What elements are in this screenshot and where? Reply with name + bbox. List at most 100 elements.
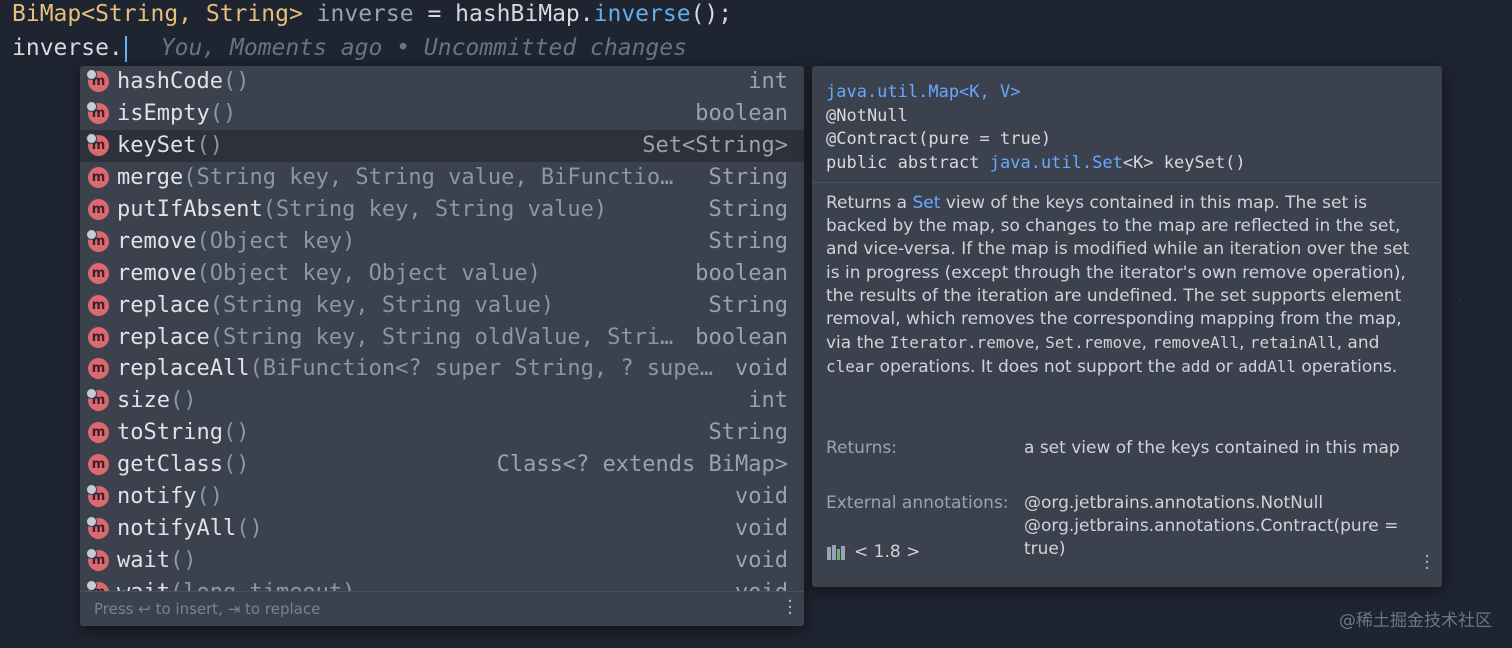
- completion-item[interactable]: m replace (String key, String oldValue, St…: [80, 321, 804, 353]
- external-annotations-label: External annotations:: [826, 493, 1009, 513]
- method-icon: m: [88, 454, 109, 476]
- completion-item[interactable]: m getClass() Class<? extends BiMap>: [80, 449, 804, 481]
- completion-item[interactable]: m toString() String: [80, 417, 804, 449]
- completion-item-type: void: [717, 580, 788, 591]
- completion-item[interactable]: m replaceAll (BiFunction<? super String, ?…: [80, 353, 804, 385]
- completion-item-type: String: [708, 292, 788, 318]
- completion-item-name: remove: [117, 228, 197, 254]
- completion-item-name: merge: [117, 165, 184, 191]
- doc-code: add: [1181, 357, 1210, 377]
- variable-token: inverse: [316, 1, 414, 27]
- code-line-1: BiMap<String, String> inverse = hashBiMa…: [12, 0, 732, 31]
- method-icon: m: [86, 228, 109, 252]
- method-icon: m: [86, 388, 109, 412]
- completion-item-name: toString: [117, 420, 223, 446]
- completion-item[interactable]: mwait(long timeout) void: [80, 576, 804, 591]
- completion-item-name: wait: [117, 547, 170, 573]
- completion-item-name: replace: [117, 324, 210, 350]
- more-options-icon[interactable]: · · ·: [786, 593, 794, 623]
- completion-item-type: String: [708, 228, 788, 254]
- completion-item-name: getClass: [117, 452, 223, 478]
- doc-text: ,: [1239, 333, 1250, 354]
- completion-item-name: size: [117, 388, 170, 414]
- completion-item-name: keySet: [117, 133, 197, 159]
- completion-item-params: (): [169, 388, 197, 414]
- completion-item[interactable]: m notify() void: [80, 481, 804, 513]
- doc-set-link[interactable]: Set: [913, 193, 941, 213]
- completion-item-name: replace: [117, 292, 210, 318]
- doc-external-annotations-row: External annotations: @org.jetbrains.ann…: [826, 492, 1398, 559]
- completion-item-params: (BiFunction<? super String, ? supe…: [249, 356, 714, 382]
- method-icon: m: [88, 294, 109, 316]
- method-icon: m: [88, 262, 109, 284]
- completion-item-params: (Object key, Object value): [196, 260, 541, 286]
- doc-text: ,: [1034, 333, 1046, 354]
- method-icon: m: [86, 515, 109, 539]
- doc-code: Set.remove: [1045, 333, 1142, 353]
- completion-item-params: (): [222, 420, 250, 446]
- completion-item-params: (String key, String value, BiFunction…: [183, 165, 684, 191]
- doc-library-version[interactable]: < 1.8 >: [826, 542, 920, 562]
- completion-item-type: void: [735, 484, 788, 510]
- jdk-version: < 1.8 >: [854, 542, 921, 562]
- doc-text: ,: [1141, 333, 1153, 354]
- method-icon: m: [88, 326, 109, 348]
- completion-item[interactable]: m notifyAll() void: [80, 512, 804, 544]
- doc-annotation-notnull: @NotNull: [826, 105, 908, 126]
- completion-item[interactable]: m remove (Object key, Object value) boolean: [80, 257, 804, 289]
- object-token: hashBiMap.: [455, 1, 594, 27]
- completion-item[interactable]: m replace (String key, String value) String: [80, 289, 804, 321]
- completion-item[interactable]: m wait() void: [80, 544, 804, 576]
- completion-item[interactable]: m putIfAbsent (String key, String value) St…: [80, 194, 804, 226]
- doc-code: Iterator.remove: [889, 333, 1035, 353]
- completion-item[interactable]: m remove (Object key) String: [80, 225, 804, 257]
- doc-text: , and: [1336, 333, 1380, 354]
- completion-item-params: (): [169, 547, 197, 573]
- code-line-2[interactable]: inverse. You, Moments ago • Uncommitted c…: [12, 31, 687, 65]
- current-code[interactable]: inverse.: [12, 35, 123, 61]
- completion-item-name: remove: [117, 260, 197, 286]
- doc-description: Returns a Set view of the keys contained…: [826, 192, 1426, 380]
- sig-return-type-link[interactable]: java.util.Set: [990, 153, 1123, 173]
- method-icon: m: [86, 133, 109, 157]
- method-icon: m: [88, 199, 109, 220]
- completion-item-type: Set<String>: [642, 133, 788, 159]
- method-icon: m: [86, 101, 109, 125]
- completion-item[interactable]: m isEmpty() boolean: [80, 98, 804, 130]
- completion-popup: m hashCode() int m isEmpty() boolean m keySet()…: [80, 66, 804, 626]
- method-icon: m: [88, 167, 109, 189]
- completion-item-params: (): [236, 515, 263, 541]
- returns-label: Returns:: [826, 438, 897, 458]
- doc-text: operations. It does not support the: [874, 357, 1182, 378]
- completion-item-name: notifyAll: [117, 515, 237, 541]
- doc-text: or: [1209, 357, 1239, 378]
- method-icon: m: [88, 358, 109, 380]
- watermark: @稀土掘金技术社区: [1339, 611, 1492, 631]
- completion-item-params: (): [222, 452, 250, 478]
- completion-item-name: notify: [117, 484, 197, 510]
- doc-returns-row: Returns: a set view of the keys containe…: [826, 437, 1400, 460]
- completion-item-params: (String key, String value): [209, 292, 555, 318]
- doc-method-signature: public abstract java.util.Set<K> keySet(…: [826, 152, 1442, 176]
- doc-code: removeAll: [1152, 333, 1240, 353]
- completion-item-params: (Object key): [196, 228, 356, 254]
- doc-text: operations.: [1295, 357, 1398, 378]
- completion-item-type: int: [748, 69, 788, 95]
- doc-signature: java.util.Map<K, V> @NotNull @Contract(p…: [812, 66, 1442, 183]
- completion-item[interactable]: m keySet() Set<String>: [80, 129, 804, 162]
- completion-list[interactable]: m hashCode() int m isEmpty() boolean m keySet()…: [80, 66, 804, 591]
- completion-item[interactable]: m hashCode() int: [80, 66, 804, 98]
- completion-item[interactable]: m merge (String key, String value, BiFunct…: [80, 162, 804, 194]
- completion-item[interactable]: m size() int: [80, 385, 804, 417]
- completion-footer: Press ↩ to insert, ⇥ to replace · · ·: [80, 591, 804, 626]
- completion-item-type: int: [748, 388, 788, 414]
- doc-class-link[interactable]: java.util.Map<K, V>: [826, 81, 1442, 105]
- doc-more-options-icon[interactable]: · · ·: [1424, 548, 1430, 578]
- library-icon: [827, 545, 845, 560]
- completion-item-params: (): [196, 484, 223, 510]
- completion-item-name: hashCode: [117, 69, 223, 95]
- doc-code: addAll: [1238, 357, 1296, 377]
- assign-operator: =: [413, 1, 456, 27]
- completion-item-params: (long timeout): [170, 580, 355, 591]
- completion-item-params: (String key, String oldValue, Stri…: [209, 324, 674, 350]
